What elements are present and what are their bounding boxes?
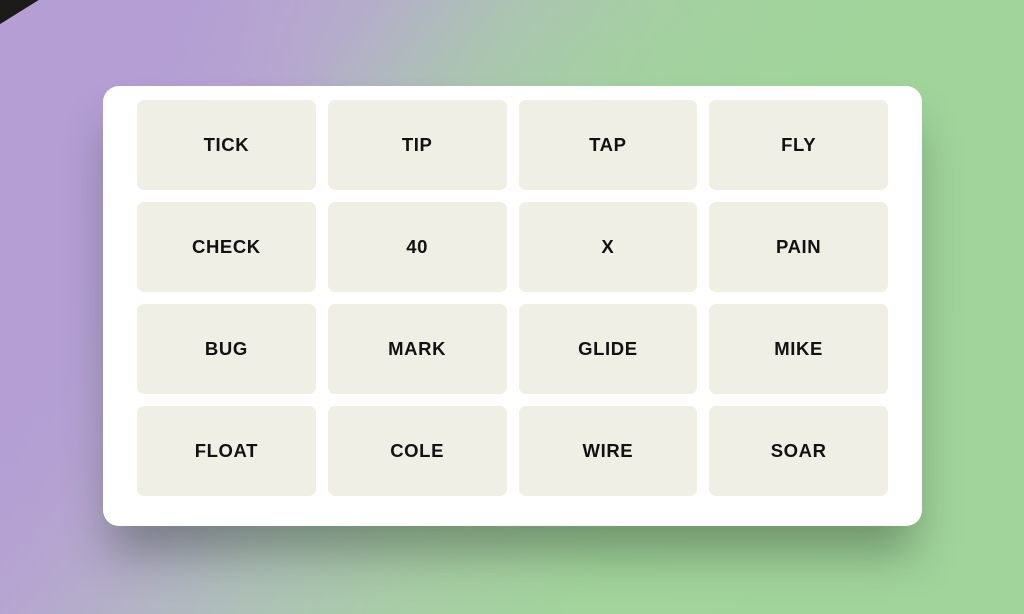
word-tile-label: PAIN	[776, 236, 822, 257]
word-tile[interactable]: MIKE	[709, 304, 888, 394]
word-tile[interactable]: CHECK	[137, 202, 316, 292]
word-tile-label: X	[601, 236, 615, 257]
word-tile[interactable]: FLOAT	[137, 406, 316, 496]
word-tile-label: FLOAT	[194, 440, 259, 461]
word-tile[interactable]: PAIN	[709, 202, 888, 292]
word-tile[interactable]: GLIDE	[518, 304, 698, 394]
word-tile[interactable]: COLE	[327, 406, 507, 496]
puzzle-card: TICK TIP TAP FLY CHECK 40 X PAIN BUG MAR…	[103, 86, 922, 526]
word-tile[interactable]: 40	[327, 202, 507, 292]
word-tile[interactable]: TIP	[327, 100, 507, 190]
screenshot-stage: JANUARY 3 TICK TIP TAP FLY CHECK 40	[0, 0, 1024, 614]
word-tile[interactable]: FLY	[709, 100, 888, 190]
word-tile-label: CHECK	[191, 236, 261, 257]
word-tile-label: SOAR	[770, 440, 827, 461]
word-tile-label: FLY	[781, 134, 817, 155]
word-tile-label: 40	[406, 236, 429, 257]
word-tile-label: WIRE	[582, 440, 634, 461]
word-tile[interactable]: WIRE	[518, 406, 698, 496]
word-tile-label: MIKE	[774, 338, 823, 359]
word-tile[interactable]: BUG	[137, 304, 316, 394]
word-tile-label: TIP	[401, 134, 433, 155]
word-grid: TICK TIP TAP FLY CHECK 40 X PAIN BUG MAR…	[137, 100, 888, 496]
word-tile-label: TICK	[203, 134, 250, 155]
word-tile-label: MARK	[388, 338, 447, 359]
word-tile[interactable]: X	[518, 202, 698, 292]
word-tile-label: COLE	[390, 440, 445, 461]
word-tile[interactable]: SOAR	[709, 406, 888, 496]
word-tile[interactable]: MARK	[327, 304, 507, 394]
word-tile-label: GLIDE	[578, 338, 638, 359]
word-tile-label: TAP	[589, 134, 627, 155]
word-tile[interactable]: TICK	[137, 100, 316, 190]
word-tile[interactable]: TAP	[518, 100, 698, 190]
word-tile-label: BUG	[204, 338, 248, 359]
